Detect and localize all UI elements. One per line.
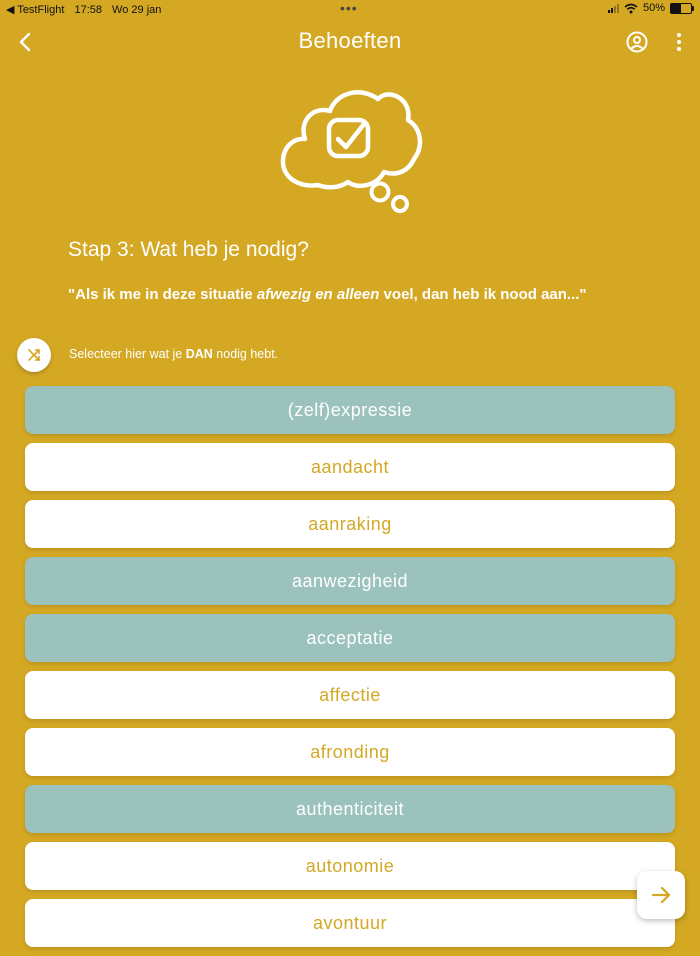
selection-hint: Selecteer hier wat je DAN nodig hebt. xyxy=(69,347,278,361)
multitasking-dots[interactable]: ••• xyxy=(340,0,358,16)
need-option[interactable]: affectie xyxy=(25,671,675,719)
need-option[interactable]: acceptatie xyxy=(25,614,675,662)
step-question-quote: "Als ik me in deze situatie afwezig en a… xyxy=(68,286,587,303)
hint-prefix: Selecteer hier wat je xyxy=(69,347,186,361)
arrow-right-icon xyxy=(651,886,671,904)
need-option[interactable]: aanwezigheid xyxy=(25,557,675,605)
need-option[interactable]: aandacht xyxy=(25,443,675,491)
status-left: ◀ TestFlight 17:58 Wo 29 jan xyxy=(6,3,168,16)
status-right: 50% xyxy=(607,2,694,14)
need-option[interactable]: autonomie xyxy=(25,842,675,890)
need-option[interactable]: afronding xyxy=(25,728,675,776)
battery-fill xyxy=(671,3,681,13)
battery-icon xyxy=(670,2,694,14)
shuffle-icon xyxy=(28,349,40,361)
quote-suffix: voel, dan heb ik nood aan..." xyxy=(379,286,587,303)
need-option[interactable]: authenticiteit xyxy=(25,785,675,833)
next-button[interactable] xyxy=(637,871,685,919)
signal-icon xyxy=(607,3,619,13)
need-option[interactable]: aanraking xyxy=(25,500,675,548)
wifi-icon xyxy=(624,3,638,13)
thought-cloud-check-icon xyxy=(280,90,423,213)
need-option[interactable]: (zelf)expressie xyxy=(25,386,675,434)
battery-percentage: 50% xyxy=(642,2,665,14)
hint-suffix: nodig hebt. xyxy=(212,347,279,361)
quote-emphasis: afwezig en alleen xyxy=(256,286,380,303)
navigation-bar: Behoeften xyxy=(0,22,700,62)
back-to-app-link[interactable]: ◀ TestFlight xyxy=(6,4,64,16)
quote-prefix: "Als ik me in deze situatie xyxy=(68,286,257,303)
page-title: Behoeften xyxy=(298,28,402,53)
hint-bold: DAN xyxy=(185,347,213,361)
status-bar: ◀ TestFlight 17:58 Wo 29 jan ••• 50% xyxy=(0,0,700,18)
status-date: Wo 29 jan xyxy=(112,4,162,16)
status-time: 17:58 xyxy=(74,4,102,16)
shuffle-button[interactable] xyxy=(17,338,51,372)
need-option[interactable]: avontuur xyxy=(25,899,675,947)
step-title: Stap 3: Wat heb je nodig? xyxy=(68,238,309,261)
more-vertical-icon[interactable] xyxy=(668,29,690,55)
needs-list: (zelf)expressie aandacht aanraking aanwe… xyxy=(25,386,675,956)
user-circle-icon[interactable] xyxy=(624,29,650,55)
